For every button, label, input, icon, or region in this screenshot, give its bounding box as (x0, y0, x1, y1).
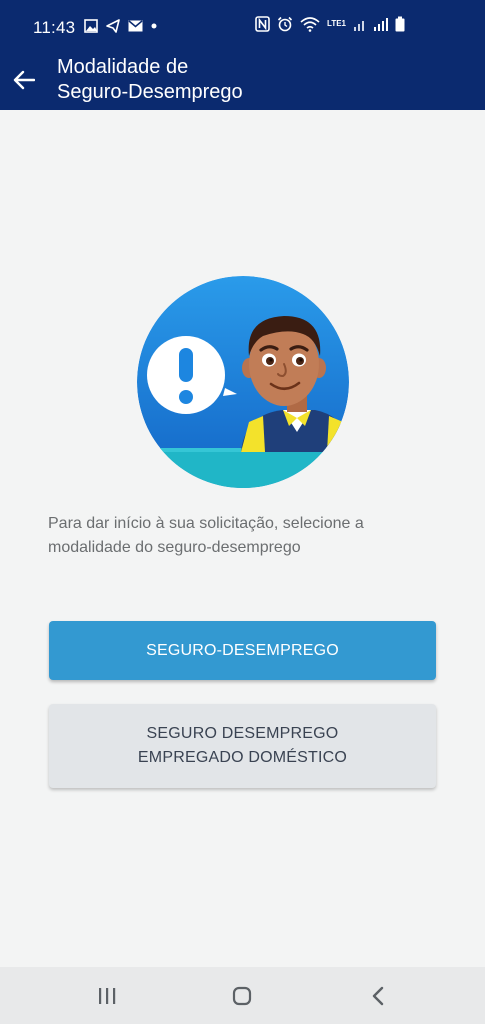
recent-apps-button[interactable] (87, 981, 127, 1011)
agent-illustration (137, 276, 349, 488)
gallery-icon (84, 19, 98, 33)
seguro-desemprego-button-label: SEGURO-DESEMPREGO (146, 641, 339, 659)
more-notifications-dot-icon (151, 23, 157, 29)
mail-icon (128, 20, 143, 32)
home-button[interactable] (222, 981, 262, 1011)
signal-icon (374, 18, 388, 31)
volte-label: LTE1 (327, 19, 346, 28)
app-bar: Modalidade de Seguro-Desemprego (0, 50, 485, 110)
home-icon (232, 986, 252, 1006)
signal-4g-icon (354, 21, 364, 31)
status-system-icons: LTE1 (255, 16, 405, 32)
recent-apps-icon (99, 988, 116, 1004)
system-nav-bar (0, 967, 485, 1024)
status-notification-icons (84, 19, 157, 33)
battery-icon (395, 16, 405, 32)
arrow-left-icon (13, 70, 35, 90)
nav-back-button[interactable] (358, 981, 398, 1011)
nfc-icon (255, 16, 270, 32)
back-icon (372, 986, 384, 1006)
empregado-domestico-button[interactable]: SEGURO DESEMPREGO EMPREGADO DOMÉSTICO (49, 704, 436, 788)
seguro-desemprego-button[interactable]: SEGURO-DESEMPREGO (49, 621, 436, 680)
alarm-icon (277, 16, 293, 32)
empregado-domestico-button-label: SEGURO DESEMPREGO EMPREGADO DOMÉSTICO (137, 725, 348, 766)
telegram-icon (106, 19, 120, 33)
back-button[interactable] (8, 60, 40, 100)
status-time: 11:43 (33, 18, 76, 37)
instruction-text: Para dar início à sua solicitação, selec… (48, 515, 364, 556)
status-bar: 11:43 LTE1 (0, 0, 485, 50)
wifi-icon (300, 17, 320, 32)
page-title: Modalidade de Seguro-Desemprego (57, 56, 243, 103)
